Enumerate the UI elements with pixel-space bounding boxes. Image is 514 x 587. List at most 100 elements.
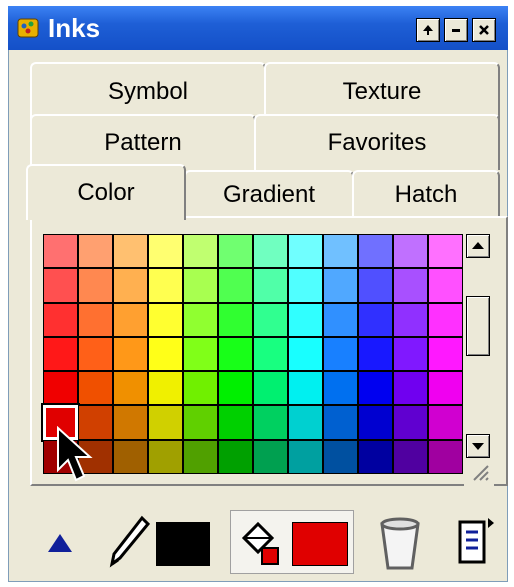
color-swatch[interactable] — [183, 405, 218, 440]
color-swatch[interactable] — [148, 336, 183, 372]
tab-hatch[interactable]: Hatch — [352, 170, 500, 218]
tab-symbol[interactable]: Symbol — [30, 62, 266, 120]
color-swatch[interactable] — [358, 336, 393, 372]
color-swatch[interactable] — [253, 371, 288, 406]
color-swatch[interactable] — [288, 405, 323, 440]
color-swatch[interactable] — [323, 439, 358, 475]
color-swatch[interactable] — [43, 336, 78, 372]
color-swatch[interactable] — [323, 336, 358, 372]
color-swatch[interactable] — [218, 234, 253, 269]
color-swatch[interactable] — [183, 371, 218, 406]
color-swatch[interactable] — [218, 439, 253, 475]
color-swatch[interactable] — [78, 371, 113, 406]
color-swatch[interactable] — [113, 234, 148, 269]
trash-can-icon[interactable] — [376, 514, 424, 572]
color-swatch[interactable] — [253, 336, 288, 372]
color-swatch[interactable] — [288, 234, 323, 269]
color-swatch[interactable] — [183, 336, 218, 372]
color-swatch[interactable] — [113, 268, 148, 303]
menu-icon[interactable] — [456, 514, 496, 570]
up-triangle-icon[interactable] — [46, 532, 74, 554]
color-swatch[interactable] — [148, 302, 183, 337]
color-swatch[interactable] — [253, 268, 288, 303]
tab-favorites[interactable]: Favorites — [254, 114, 500, 170]
color-swatch[interactable] — [148, 234, 183, 269]
color-swatch[interactable] — [288, 439, 323, 475]
color-swatch[interactable] — [323, 371, 358, 406]
color-swatch[interactable] — [358, 302, 393, 337]
color-swatch[interactable] — [183, 302, 218, 337]
color-swatch[interactable] — [183, 234, 218, 269]
color-swatch[interactable] — [358, 268, 393, 303]
color-swatch[interactable] — [113, 371, 148, 406]
color-swatch[interactable] — [253, 405, 288, 440]
color-swatch[interactable] — [253, 302, 288, 337]
color-swatch[interactable] — [218, 302, 253, 337]
color-swatch[interactable] — [358, 405, 393, 440]
color-swatch[interactable] — [78, 336, 113, 372]
close-button[interactable] — [472, 18, 496, 42]
color-swatch[interactable] — [218, 268, 253, 303]
color-swatch[interactable] — [323, 234, 358, 269]
color-swatch[interactable] — [113, 439, 148, 475]
color-swatch[interactable] — [393, 268, 428, 303]
color-swatch[interactable] — [148, 439, 183, 475]
color-swatch[interactable] — [253, 234, 288, 269]
color-swatch[interactable] — [78, 234, 113, 269]
tab-color[interactable]: Color — [26, 164, 186, 220]
fill-bucket-icon[interactable] — [236, 520, 286, 568]
color-swatch[interactable] — [218, 405, 253, 440]
color-swatch[interactable] — [78, 268, 113, 303]
color-palette-grid[interactable] — [41, 234, 463, 475]
palette-scrollbar[interactable] — [464, 234, 494, 486]
scroll-down-button[interactable] — [466, 434, 490, 458]
color-swatch[interactable] — [358, 439, 393, 475]
color-swatch[interactable] — [288, 371, 323, 406]
color-swatch[interactable] — [183, 268, 218, 303]
color-swatch[interactable] — [218, 336, 253, 372]
color-swatch[interactable] — [43, 234, 78, 269]
color-swatch[interactable] — [393, 234, 428, 269]
color-swatch[interactable] — [428, 268, 463, 303]
color-swatch[interactable] — [43, 302, 78, 337]
color-swatch[interactable] — [43, 371, 78, 406]
tab-gradient[interactable]: Gradient — [184, 170, 354, 218]
color-swatch[interactable] — [288, 302, 323, 337]
color-swatch[interactable] — [148, 268, 183, 303]
color-swatch[interactable] — [288, 336, 323, 372]
color-swatch[interactable] — [288, 268, 323, 303]
color-swatch[interactable] — [218, 371, 253, 406]
title-bar[interactable]: Inks — [8, 6, 508, 50]
color-swatch[interactable] — [183, 439, 218, 475]
tab-pattern[interactable]: Pattern — [30, 114, 256, 170]
color-swatch[interactable] — [393, 439, 428, 475]
color-swatch[interactable] — [428, 302, 463, 337]
color-swatch[interactable] — [393, 336, 428, 372]
pin-button[interactable] — [416, 18, 440, 42]
color-swatch[interactable] — [358, 234, 393, 269]
color-swatch[interactable] — [323, 405, 358, 440]
color-swatch[interactable] — [428, 405, 463, 440]
color-swatch[interactable] — [113, 405, 148, 440]
resize-grip-icon[interactable] — [468, 462, 490, 482]
scroll-up-button[interactable] — [466, 234, 490, 258]
pen-color-swatch[interactable] — [156, 522, 210, 566]
scroll-thumb[interactable] — [466, 296, 490, 356]
minimize-button[interactable] — [444, 18, 468, 42]
color-swatch[interactable] — [148, 371, 183, 406]
color-swatch[interactable] — [428, 371, 463, 406]
color-swatch[interactable] — [428, 234, 463, 269]
color-swatch[interactable] — [78, 302, 113, 337]
color-swatch[interactable] — [428, 336, 463, 372]
tab-texture[interactable]: Texture — [264, 62, 500, 120]
color-swatch[interactable] — [393, 302, 428, 337]
color-swatch[interactable] — [428, 439, 463, 475]
fill-color-swatch[interactable] — [292, 522, 348, 566]
pen-icon[interactable] — [108, 514, 152, 568]
color-swatch[interactable] — [358, 371, 393, 406]
color-swatch[interactable] — [323, 268, 358, 303]
color-swatch[interactable] — [323, 302, 358, 337]
color-swatch[interactable] — [393, 371, 428, 406]
color-swatch[interactable] — [148, 405, 183, 440]
color-swatch[interactable] — [113, 302, 148, 337]
